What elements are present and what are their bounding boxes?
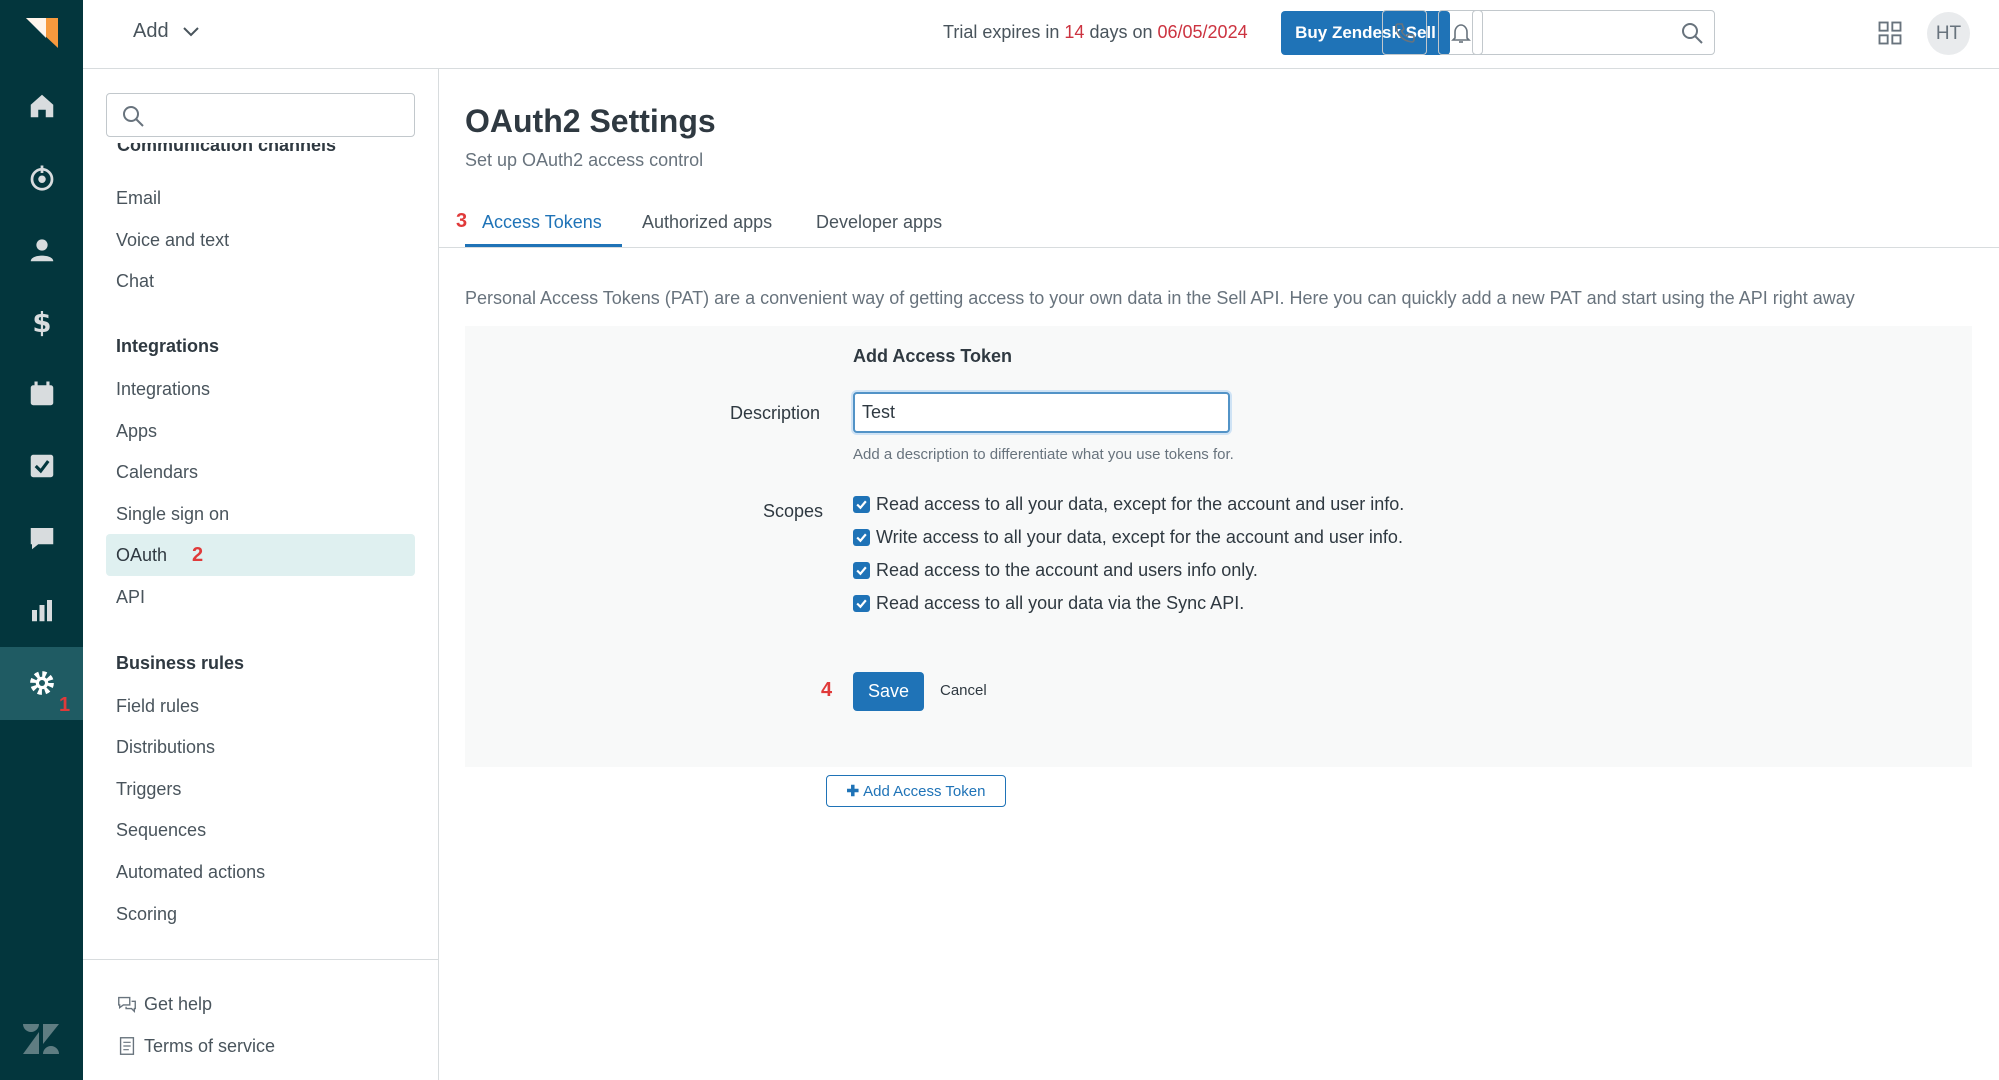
global-search-input[interactable] <box>1472 10 1715 55</box>
trial-days: 14 <box>1064 22 1085 42</box>
description-label: Description <box>730 403 821 423</box>
sidebar-item-calendars[interactable]: Calendars <box>116 462 198 483</box>
pat-description: Personal Access Tokens (PAT) are a conve… <box>465 288 1855 308</box>
page-subtitle: Set up OAuth2 access control <box>465 150 704 170</box>
add-token-panel: Add Access Token Description Test Add a … <box>465 326 1972 767</box>
checkbox-checked[interactable] <box>853 529 870 546</box>
page-title: OAuth2 Settings <box>465 103 716 139</box>
tab-developer-apps[interactable]: Developer apps <box>816 212 942 233</box>
sidebar-item-sequences[interactable]: Sequences <box>116 820 206 841</box>
bell-icon <box>1450 23 1471 43</box>
description-hint: Add a description to differentiate what … <box>853 446 1234 463</box>
get-help-link[interactable]: Get help <box>116 993 212 1015</box>
scope-option[interactable]: Read access to the account and users inf… <box>853 560 1258 581</box>
zendesk-logo[interactable] <box>21 1022 61 1056</box>
app-rail: $ 1 <box>0 0 83 1080</box>
main-content: OAuth2 Settings Set up OAuth2 access con… <box>439 69 1999 1080</box>
scope-option[interactable]: Read access to all your data via the Syn… <box>853 593 1244 614</box>
settings-sidebar: Communication channels Email Voice and t… <box>83 69 439 1080</box>
settings-search-input[interactable] <box>106 93 415 137</box>
checkbox-checked[interactable] <box>853 595 870 612</box>
add-dropdown[interactable]: Add <box>133 20 199 43</box>
sidebar-item-sso[interactable]: Single sign on <box>116 504 229 525</box>
user-avatar[interactable]: HT <box>1927 12 1970 55</box>
settings-step-badge: 1 <box>59 694 71 716</box>
add-label: Add <box>133 20 169 42</box>
leads-icon[interactable] <box>25 161 59 195</box>
sidebar-item-triggers[interactable]: Triggers <box>116 779 181 800</box>
tab-step-badge: 3 <box>456 210 468 232</box>
section-heading-business-rules: Business rules <box>116 653 245 673</box>
checkbox-checked[interactable] <box>853 562 870 579</box>
save-button[interactable]: Save <box>853 672 924 711</box>
tasks-icon[interactable] <box>25 449 59 483</box>
sidebar-item-email[interactable]: Email <box>116 188 161 209</box>
deals-icon[interactable]: $ <box>25 305 59 339</box>
apps-grid-icon[interactable] <box>1876 19 1904 47</box>
sidebar-item-voice[interactable]: Voice and text <box>116 230 229 251</box>
sidebar-item-chat[interactable]: Chat <box>116 271 154 292</box>
cancel-button[interactable]: Cancel <box>940 682 987 699</box>
phone-button[interactable] <box>1382 10 1427 55</box>
reports-icon[interactable] <box>25 593 59 627</box>
sidebar-item-scoring[interactable]: Scoring <box>116 904 177 925</box>
sidebar-item-field-rules[interactable]: Field rules <box>116 696 199 717</box>
top-bar: Add Trial expires in 14 days on 06/05/20… <box>83 0 1999 69</box>
sidebar-item-api[interactable]: API <box>116 587 145 608</box>
plus-icon: ✚ <box>846 783 860 800</box>
tab-authorized-apps[interactable]: Authorized apps <box>642 212 772 233</box>
sidebar-item-oauth-label: OAuth <box>116 545 168 565</box>
notifications-button[interactable] <box>1438 10 1483 55</box>
calendar-icon[interactable] <box>25 377 59 411</box>
phone-icon <box>1394 22 1415 43</box>
scopes-label: Scopes <box>763 501 824 521</box>
contacts-icon[interactable] <box>25 233 59 267</box>
sidebar-item-distributions[interactable]: Distributions <box>116 737 215 758</box>
document-icon <box>119 1037 135 1055</box>
form-title: Add Access Token <box>853 346 1013 366</box>
oauth-step-badge: 2 <box>192 544 204 566</box>
chevron-down-icon <box>182 26 199 36</box>
trial-date: 06/05/2024 <box>1157 22 1248 42</box>
sidebar-item-automated-actions[interactable]: Automated actions <box>116 862 265 883</box>
save-step-badge: 4 <box>821 679 833 701</box>
active-tab-indicator <box>465 244 622 247</box>
section-heading-integrations: Integrations <box>116 336 220 356</box>
tab-access-tokens[interactable]: Access Tokens <box>482 212 602 233</box>
chat-bubbles-icon <box>118 996 136 1013</box>
search-icon <box>123 106 144 127</box>
description-input[interactable]: Test <box>853 392 1230 433</box>
checkbox-checked[interactable] <box>853 496 870 513</box>
add-access-token-button[interactable]: ✚ Add Access Token <box>826 775 1006 807</box>
home-icon[interactable] <box>25 89 59 123</box>
messages-icon[interactable] <box>25 521 59 555</box>
svg-text:$: $ <box>32 307 51 337</box>
terms-link[interactable]: Terms of service <box>116 1035 275 1057</box>
zendesk-sell-logo[interactable] <box>24 14 60 50</box>
tabs-divider <box>439 247 1999 248</box>
scope-option[interactable]: Read access to all your data, except for… <box>853 494 1404 515</box>
settings-icon[interactable] <box>25 666 59 700</box>
scope-option[interactable]: Write access to all your data, except fo… <box>853 527 1403 548</box>
trial-notice: Trial expires in 14 days on 06/05/2024 <box>943 22 1248 42</box>
search-icon <box>1682 23 1703 44</box>
sidebar-item-integrations[interactable]: Integrations <box>116 379 210 400</box>
sidebar-item-apps[interactable]: Apps <box>116 421 157 442</box>
sidebar-divider <box>83 959 438 960</box>
section-heading-communication: Communication channels <box>117 143 337 155</box>
